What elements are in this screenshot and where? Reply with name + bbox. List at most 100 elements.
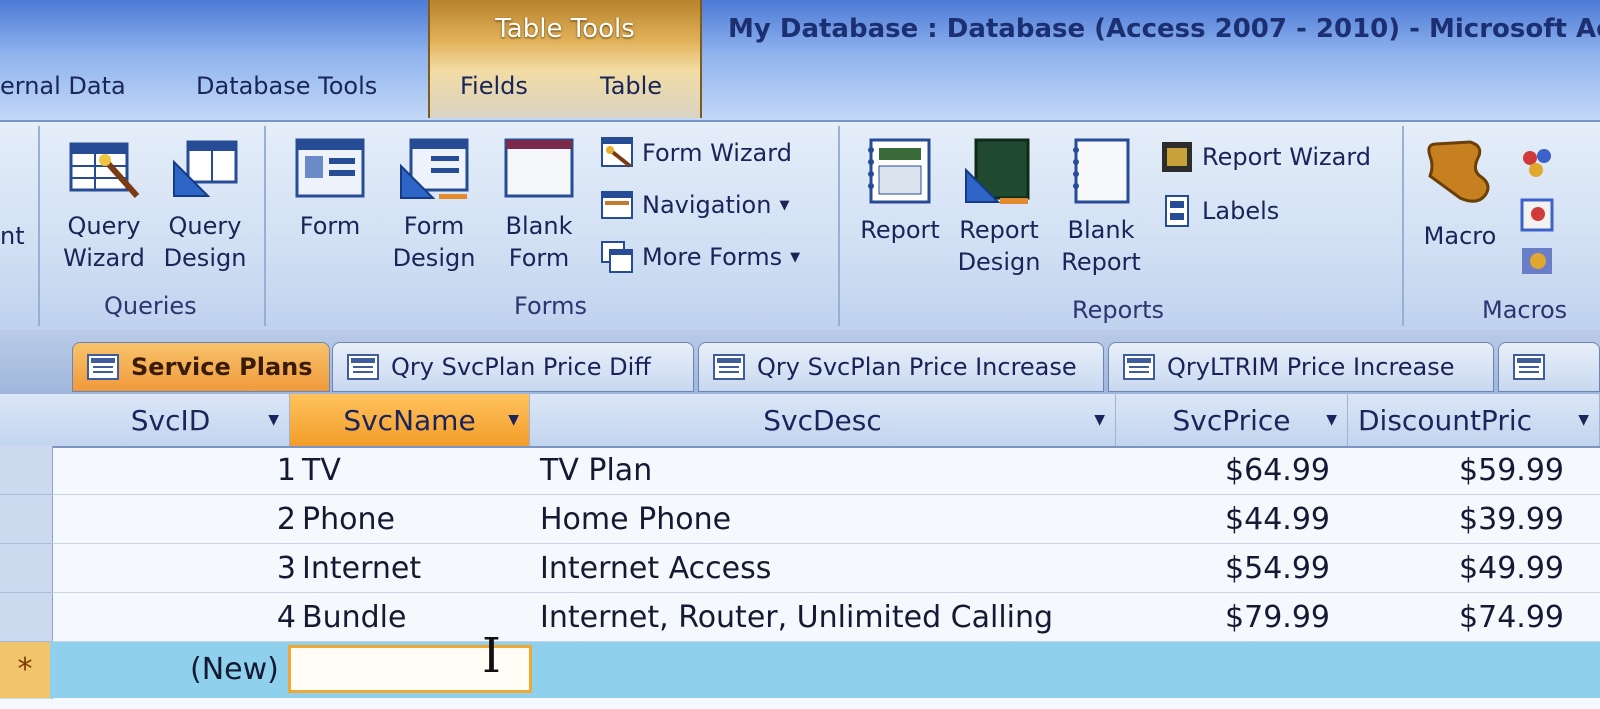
column-header-row: SvcID ▼ SvcName ▼ SvcDesc ▼ SvcPrice ▼ D… [0, 394, 1600, 448]
blank-report-button[interactable]: Blank Report [1056, 136, 1146, 278]
cell-discountprice[interactable]: $59.99 [1459, 446, 1564, 495]
column-header-label: SvcDesc [763, 403, 882, 437]
table-row[interactable]: 3 Internet Internet Access $54.99 $49.99 [52, 544, 1600, 593]
query-design-label-line2: Design [163, 244, 247, 272]
form-wizard-button[interactable]: Form Wizard [600, 136, 792, 170]
column-header-svcid[interactable]: SvcID ▼ [52, 394, 290, 446]
tab-database-tools[interactable]: Database Tools [196, 72, 377, 100]
form-design-label-line2: Design [392, 244, 476, 272]
document-tabs: Service Plans Qry SvcPlan Price Diff Qry… [0, 330, 1600, 394]
navigation-label: Navigation [642, 191, 772, 219]
cell-svcid[interactable]: 4 [277, 593, 296, 642]
column-header-label: SvcName [343, 403, 476, 437]
report-label: Report [860, 216, 940, 244]
doc-tab-label: QryLTRIM Price Increase [1167, 353, 1455, 381]
filter-dropdown-icon[interactable]: ▼ [1578, 412, 1589, 428]
form-design-label-line1: Form [403, 212, 465, 240]
ribbon: nt Query Wizard Query Design Queries For… [0, 120, 1600, 332]
tab-fields[interactable]: Fields [460, 72, 528, 100]
table-row[interactable]: 4 Bundle Internet, Router, Unlimited Cal… [52, 593, 1600, 642]
cell-svcname[interactable]: TV [302, 446, 341, 495]
report-design-label-line2: Design [957, 248, 1041, 276]
cell-svcid[interactable]: 2 [277, 495, 296, 544]
macro-label: Macro [1423, 222, 1497, 250]
doc-tab-label: Qry SvcPlan Price Diff [391, 353, 651, 381]
more-forms-button[interactable]: More Forms ▼ [600, 240, 800, 274]
blank-form-button[interactable]: Blank Form [494, 136, 584, 274]
blank-report-icon [1073, 138, 1130, 204]
cell-svcdesc[interactable]: Internet, Router, Unlimited Calling [540, 593, 1053, 642]
query-icon [713, 354, 745, 380]
table-icon [87, 354, 119, 380]
column-header-svcdesc[interactable]: SvcDesc ▼ [530, 394, 1116, 446]
form-wizard-icon [601, 137, 633, 168]
cell-svcdesc[interactable]: Home Phone [540, 495, 731, 544]
cell-svcprice[interactable]: $44.99 [1225, 495, 1330, 544]
record-selector[interactable] [0, 495, 52, 544]
cell-svcprice[interactable]: $79.99 [1225, 593, 1330, 642]
doc-tab-qry-svcplan-price-increase[interactable]: Qry SvcPlan Price Increase [698, 342, 1104, 392]
doc-tab-label: Service Plans [131, 353, 313, 381]
macro-button[interactable]: Macro [1414, 136, 1506, 252]
record-selector[interactable] [0, 593, 52, 642]
table-row[interactable]: 1 TV TV Plan $64.99 $59.99 [52, 446, 1600, 495]
cell-discountprice[interactable]: $74.99 [1459, 593, 1564, 642]
cell-svcid[interactable]: 1 [277, 446, 296, 495]
group-label-forms: Forms [514, 292, 587, 320]
doc-tab-overflow[interactable] [1498, 342, 1600, 392]
tab-external-data[interactable]: ernal Data [0, 72, 126, 100]
group-label-queries: Queries [104, 292, 197, 320]
new-record-label: (New) [190, 652, 279, 687]
more-forms-icon [601, 241, 633, 273]
module-icons [1520, 149, 1554, 274]
new-record-row[interactable]: * (New) [0, 642, 1600, 698]
partial-button[interactable]: nt [0, 220, 30, 252]
report-button[interactable]: Report [854, 136, 946, 246]
cell-svcprice[interactable]: $54.99 [1225, 544, 1330, 593]
filter-dropdown-icon[interactable]: ▼ [1094, 412, 1105, 428]
blank-report-label-line1: Blank [1067, 216, 1135, 244]
doc-tab-service-plans[interactable]: Service Plans [72, 342, 330, 392]
cell-svcname[interactable]: Internet [302, 544, 421, 593]
column-header-svcprice[interactable]: SvcPrice ▼ [1116, 394, 1348, 446]
cell-discountprice[interactable]: $39.99 [1459, 495, 1564, 544]
query-design-button[interactable]: Query Design [158, 136, 252, 274]
more-forms-label: More Forms [642, 243, 783, 271]
cell-svcdesc[interactable]: TV Plan [540, 446, 652, 495]
labels-label: Labels [1202, 197, 1280, 225]
query-wizard-button[interactable]: Query Wizard [54, 136, 154, 274]
filter-dropdown-icon[interactable]: ▼ [508, 412, 519, 428]
report-wizard-icon [1162, 142, 1192, 172]
table-row[interactable]: 2 Phone Home Phone $44.99 $39.99 [52, 495, 1600, 544]
report-wizard-button[interactable]: Report Wizard [1160, 140, 1371, 174]
cell-discountprice[interactable]: $49.99 [1459, 544, 1564, 593]
cell-svcname[interactable]: Bundle [302, 593, 406, 642]
record-selector[interactable] [0, 544, 52, 593]
doc-tab-qryltrim-price-increase[interactable]: QryLTRIM Price Increase [1108, 342, 1494, 392]
report-design-button[interactable]: Report Design [952, 136, 1046, 278]
query-wizard-label-line1: Query [67, 212, 141, 240]
column-header-label: SvcPrice [1172, 403, 1291, 437]
form-button[interactable]: Form [282, 136, 378, 242]
column-header-svcname[interactable]: SvcName ▼ [290, 394, 530, 446]
doc-tab-qry-svcplan-price-diff[interactable]: Qry SvcPlan Price Diff [332, 342, 694, 392]
column-header-discountprice[interactable]: DiscountPric ▼ [1348, 394, 1600, 446]
tab-table[interactable]: Table [600, 72, 662, 100]
cell-svcdesc[interactable]: Internet Access [540, 544, 771, 593]
datasheet: SvcID ▼ SvcName ▼ SvcDesc ▼ SvcPrice ▼ D… [0, 394, 1600, 709]
record-selector[interactable] [0, 446, 52, 495]
scroll-icon [1427, 140, 1490, 203]
cell-svcprice[interactable]: $64.99 [1225, 446, 1330, 495]
form-icon [295, 138, 365, 198]
query-design-icon [173, 140, 238, 197]
filter-dropdown-icon[interactable]: ▼ [1326, 412, 1337, 428]
filter-dropdown-icon[interactable]: ▼ [268, 412, 279, 428]
navigation-button[interactable]: Navigation ▼ [600, 188, 789, 222]
form-design-button[interactable]: Form Design [386, 136, 482, 274]
blank-form-icon [504, 138, 574, 198]
blank-form-label-line1: Blank [505, 212, 573, 240]
cell-svcname[interactable]: Phone [302, 495, 395, 544]
blank-report-label-line2: Report [1061, 248, 1141, 276]
labels-button[interactable]: Labels [1160, 194, 1279, 228]
cell-svcid[interactable]: 3 [277, 544, 296, 593]
